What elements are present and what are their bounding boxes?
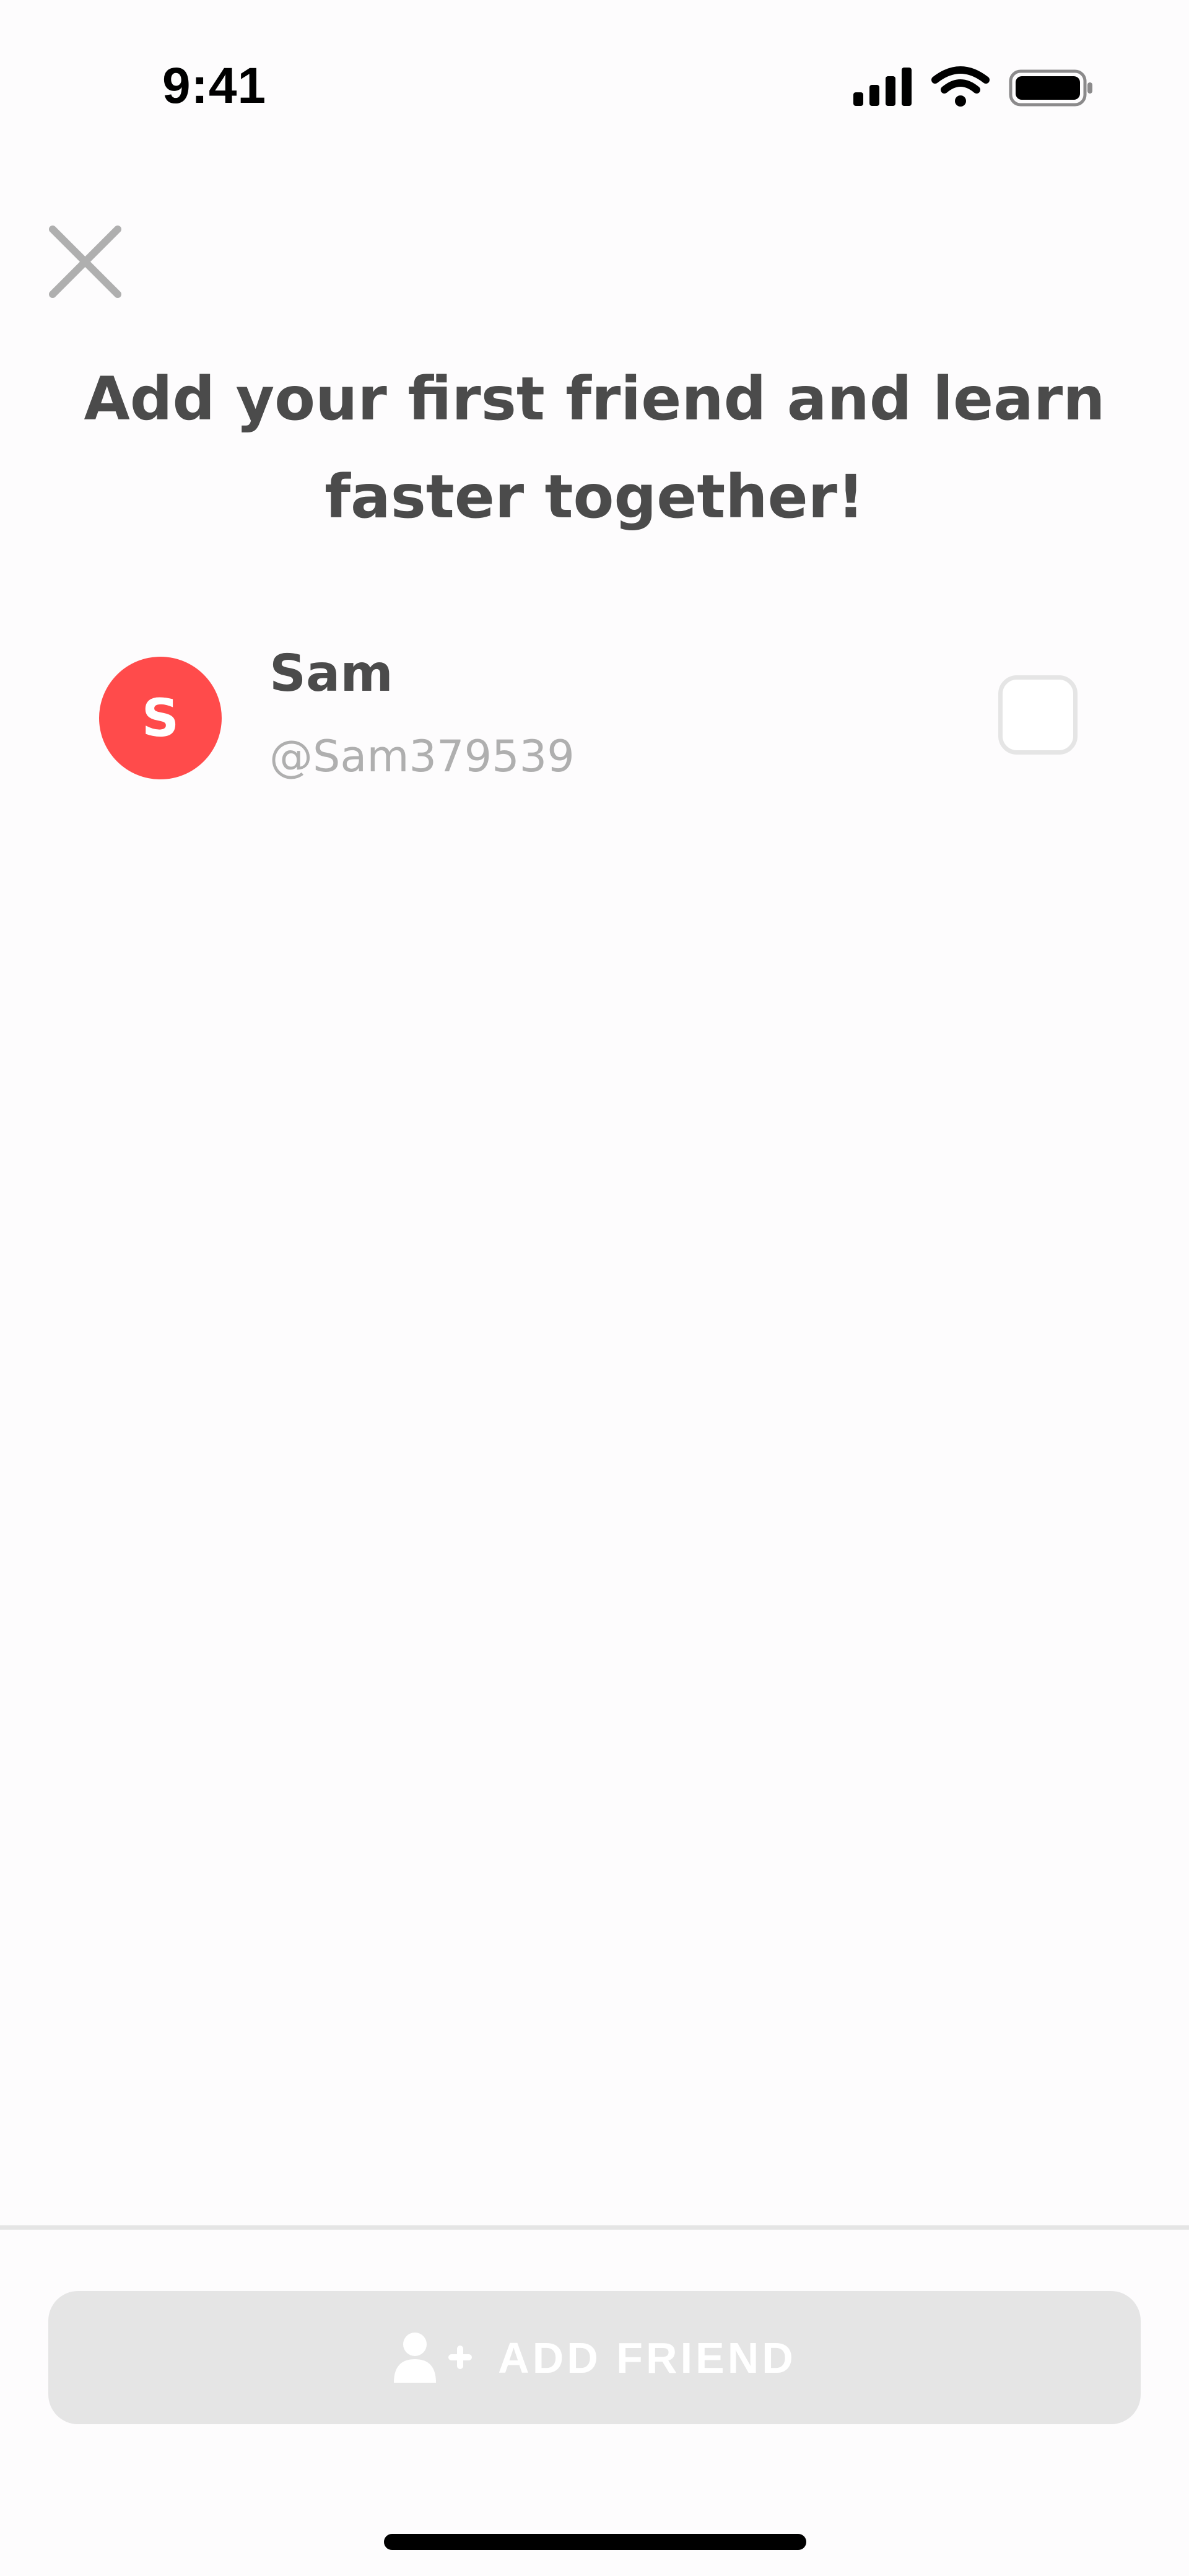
friend-username: @Sam379539: [269, 731, 575, 782]
status-bar: 9:41: [0, 0, 1189, 124]
wifi-icon: [931, 66, 990, 107]
list-item-friend[interactable]: S Sam @Sam379539: [0, 638, 1189, 799]
add-friend-label: ADD FRIEND: [498, 2333, 796, 2382]
footer-divider: [0, 2225, 1189, 2230]
status-icons: [848, 65, 1096, 111]
close-icon: [49, 226, 121, 298]
battery-icon: [1009, 69, 1092, 107]
avatar: S: [99, 657, 222, 779]
add-friend-button[interactable]: ADD FRIEND: [48, 2291, 1141, 2424]
cellular-signal-icon: [853, 68, 912, 106]
add-person-icon: [394, 2332, 473, 2383]
select-friend-checkbox[interactable]: [998, 675, 1078, 755]
page-title: Add your first friend and learn faster t…: [84, 364, 1105, 532]
friend-name: Sam: [269, 644, 393, 703]
home-indicator: [384, 2534, 806, 2550]
close-button[interactable]: [43, 220, 127, 304]
status-time: 9:41: [162, 58, 267, 114]
